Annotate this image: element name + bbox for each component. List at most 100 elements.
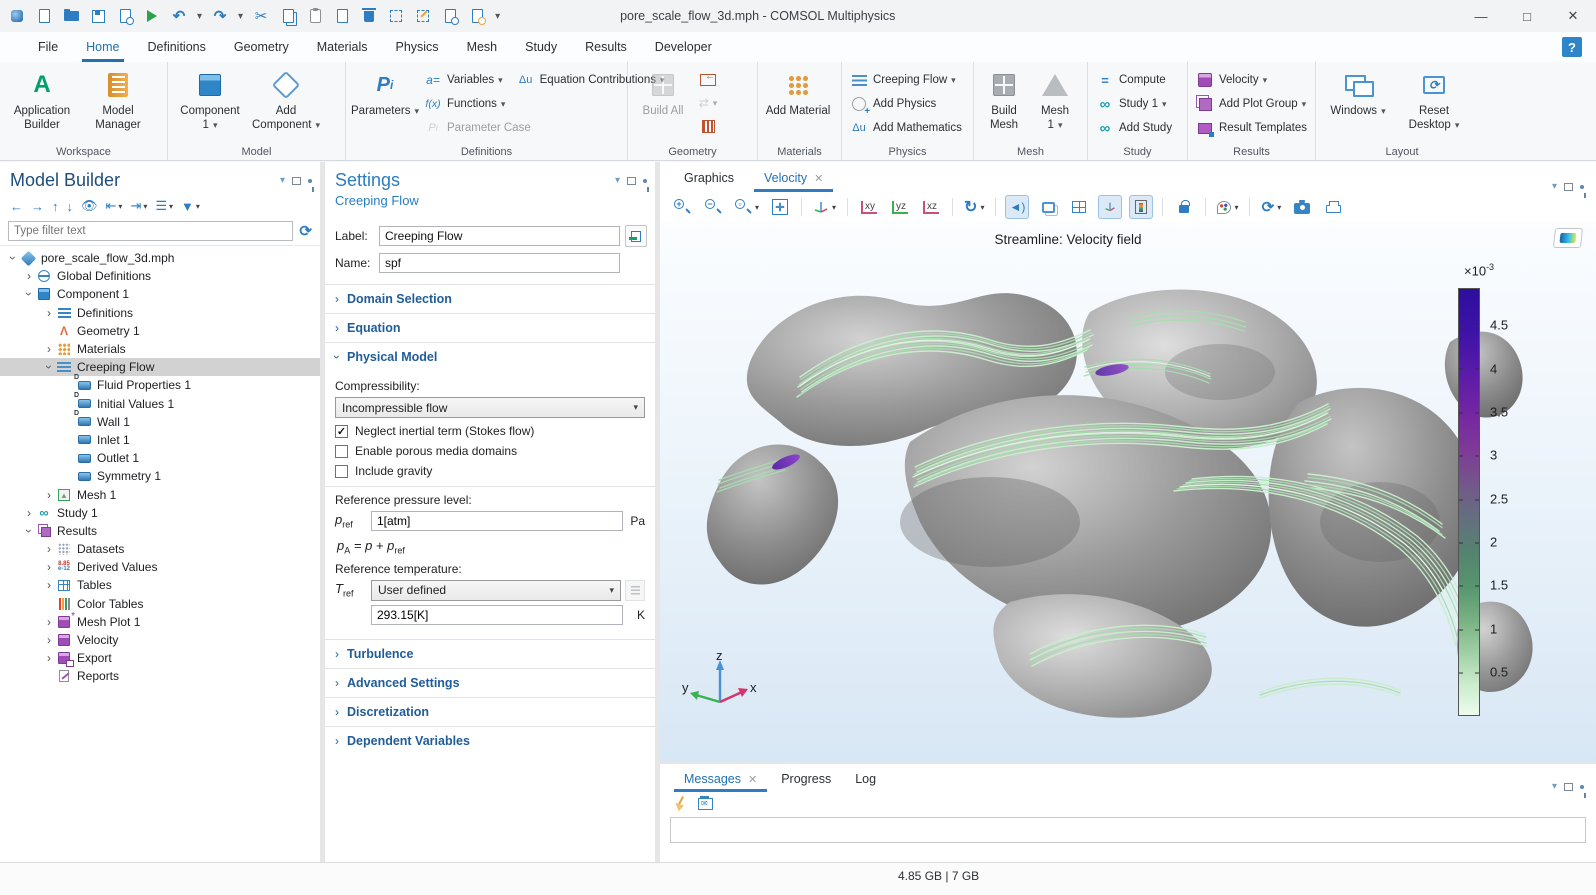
section-advanced-settings[interactable]: Advanced Settings — [325, 668, 655, 697]
tab-log[interactable]: Log — [843, 768, 888, 792]
rotate-icon[interactable]: ↻ — [962, 195, 986, 219]
tree-item-derived-values[interactable]: Derived Values — [0, 558, 320, 576]
checkbox-icon[interactable] — [335, 465, 348, 478]
find-icon[interactable] — [441, 7, 459, 25]
save-as-icon[interactable] — [116, 7, 134, 25]
view-yz-icon[interactable]: yz — [888, 195, 912, 219]
clear-messages-icon[interactable] — [672, 796, 688, 812]
tab-velocity[interactable]: Velocity✕ — [752, 166, 835, 192]
build-all-button[interactable]: Build All — [632, 66, 694, 144]
refresh-icon[interactable]: ⟳ — [299, 222, 312, 240]
chevron-down-icon[interactable] — [22, 524, 36, 538]
section-discretization[interactable]: Discretization — [325, 697, 655, 726]
tab-messages[interactable]: Messages✕ — [672, 768, 769, 792]
tab-graphics[interactable]: Graphics — [672, 166, 746, 192]
zoom-extents-icon[interactable]: ✛ — [768, 195, 792, 219]
tree-item-results[interactable]: Results — [0, 522, 320, 540]
mesh-1-button[interactable]: Mesh 1 — [1030, 66, 1080, 144]
minimize-button[interactable]: — — [1458, 0, 1504, 32]
chevron-right-icon[interactable] — [42, 306, 56, 320]
expand-all-icon[interactable]: ⇥▾ — [130, 198, 147, 214]
float-panel-icon[interactable] — [1564, 783, 1573, 791]
back-icon[interactable]: ← — [10, 199, 23, 214]
color-theme-icon[interactable] — [1215, 195, 1240, 219]
add-physics-button[interactable]: Add Physics — [846, 92, 966, 116]
tree-item-fluid-properties-1[interactable]: Fluid Properties 1 — [0, 376, 320, 394]
checkbox-checked-icon[interactable] — [335, 425, 348, 438]
redo-icon[interactable]: ↷ — [211, 7, 229, 25]
graphics-canvas[interactable]: Streamline: Velocity field — [660, 222, 1596, 762]
section-dependent-variables[interactable]: Dependent Variables — [325, 726, 655, 755]
tree-item-mesh-plot-1[interactable]: Mesh Plot 1 — [0, 613, 320, 631]
tree-item-wall-1[interactable]: Wall 1 — [0, 413, 320, 431]
tree-item-definitions[interactable]: Definitions — [0, 304, 320, 322]
reset-desktop-button[interactable]: ⟳ Reset Desktop — [1396, 66, 1472, 144]
show-icon[interactable]: 👁 — [81, 198, 98, 214]
rebuild-button[interactable]: ⇄ — [696, 93, 720, 113]
tree-item-color-tables[interactable]: Color Tables — [0, 595, 320, 613]
cut-icon[interactable]: ✂ — [252, 7, 270, 25]
select-box-icon[interactable] — [387, 7, 405, 25]
label-input[interactable] — [379, 226, 620, 246]
chevron-down-icon[interactable] — [6, 251, 20, 265]
add-component-button[interactable]: Add Component — [248, 66, 324, 144]
tree-item-creeping-flow[interactable]: Creeping Flow — [0, 358, 320, 376]
tab-results[interactable]: Results — [571, 32, 641, 62]
stokes-flow-checkbox-row[interactable]: Neglect inertial term (Stokes flow) — [335, 424, 645, 438]
rename-button[interactable] — [625, 225, 647, 247]
tree-item-component-1[interactable]: Component 1 — [0, 285, 320, 303]
section-physical-model[interactable]: Physical Model — [325, 342, 655, 371]
help-button[interactable]: ? — [1562, 37, 1582, 57]
pin-panel-icon[interactable] — [1580, 785, 1584, 789]
close-tab-icon[interactable]: ✕ — [748, 774, 757, 786]
tree-item-mesh-1[interactable]: Mesh 1 — [0, 485, 320, 503]
tab-definitions[interactable]: Definitions — [134, 32, 220, 62]
transparency-icon[interactable] — [1036, 195, 1060, 219]
go-to-default-view-icon[interactable] — [811, 195, 838, 219]
windows-button[interactable]: Windows — [1320, 66, 1396, 144]
close-button[interactable]: ✕ — [1550, 0, 1596, 32]
tree-item-study-1[interactable]: ∞Study 1 — [0, 504, 320, 522]
add-material-button[interactable]: Add Material — [762, 66, 834, 144]
include-gravity-checkbox-row[interactable]: Include gravity — [335, 464, 645, 478]
porous-media-checkbox-row[interactable]: Enable porous media domains — [335, 444, 645, 458]
move-down-icon[interactable]: ↓ — [67, 199, 74, 214]
model-tree-nodes-icon[interactable]: ☰▾ — [155, 198, 173, 214]
section-turbulence[interactable]: Turbulence — [325, 639, 655, 668]
reference-temperature-select[interactable]: User defined — [371, 580, 621, 601]
tree-item-materials[interactable]: Materials — [0, 340, 320, 358]
tree-item-root[interactable]: pore_scale_flow_3d.mph — [0, 249, 320, 267]
pin-panel-icon[interactable] — [643, 179, 647, 183]
tree-item-tables[interactable]: Tables — [0, 576, 320, 594]
customize-toolbar-chevron-icon[interactable]: ▾ — [495, 11, 500, 22]
component-1-button[interactable]: Component 1 — [172, 66, 248, 144]
tree-filter-input[interactable] — [8, 221, 293, 241]
panel-menu-icon[interactable]: ▾ — [1552, 181, 1557, 192]
show-grid-icon[interactable] — [1067, 195, 1091, 219]
tree-item-export[interactable]: Export — [0, 649, 320, 667]
build-mesh-button[interactable]: Build Mesh — [978, 66, 1030, 144]
update-plot-icon[interactable]: ⟳ — [1259, 195, 1283, 219]
float-panel-icon[interactable] — [627, 177, 636, 185]
application-builder-button[interactable]: A Application Builder — [4, 66, 80, 144]
tab-geometry[interactable]: Geometry — [220, 32, 303, 62]
show-color-legend-icon[interactable] — [1129, 195, 1153, 219]
delete-icon[interactable] — [360, 7, 378, 25]
collapse-all-icon[interactable]: ⇤▾ — [106, 198, 123, 214]
forward-icon[interactable]: → — [31, 199, 44, 214]
maximize-button[interactable]: □ — [1504, 0, 1550, 32]
tab-progress[interactable]: Progress — [769, 768, 843, 792]
close-tab-icon[interactable]: ✕ — [814, 173, 823, 185]
compute-button[interactable]: = Compute — [1092, 68, 1176, 92]
add-study-button[interactable]: ∞ Add Study — [1092, 116, 1176, 140]
tab-home[interactable]: Home — [72, 32, 133, 62]
insert-sequence-button[interactable] — [696, 70, 720, 90]
new-file-icon[interactable] — [35, 7, 53, 25]
study-1-button[interactable]: ∞ Study 1 — [1092, 92, 1176, 116]
zoom-in-icon[interactable]: + — [670, 195, 694, 219]
chevron-right-icon[interactable] — [22, 269, 36, 283]
chevron-right-icon[interactable] — [42, 560, 56, 574]
copy-icon[interactable] — [279, 7, 297, 25]
message-table-icon[interactable] — [698, 798, 713, 810]
add-mathematics-button[interactable]: Δu Add Mathematics — [846, 116, 966, 140]
